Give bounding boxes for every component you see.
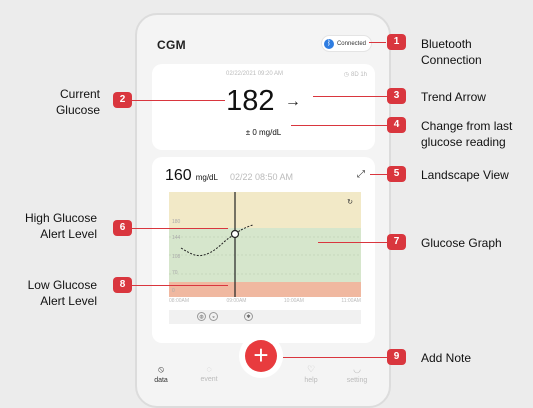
callout-label: Trend Arrow — [421, 90, 486, 104]
callout-badge: 6 — [113, 220, 132, 236]
glucose-value: 182 — [226, 85, 275, 117]
x-axis: 08:00AM 09:00AM 10:00AM 11:00AM — [169, 298, 361, 304]
bluetooth-icon: ᛒ — [323, 38, 334, 49]
callout-line — [132, 228, 228, 229]
callout-label: Landscape View — [421, 168, 509, 182]
x-tick: 10:00AM — [283, 298, 304, 304]
callout-line — [283, 357, 387, 358]
pill-icon[interactable]: ◍ — [197, 312, 206, 321]
exercise-icon[interactable]: ✱ — [244, 312, 253, 321]
nav-data[interactable]: ⦸ data — [141, 364, 181, 384]
event-marker-row: ◍ ◒ ✱ — [169, 310, 361, 324]
callout-badge: 7 — [387, 234, 406, 250]
glucose-trace — [169, 192, 361, 297]
app-title: CGM — [157, 38, 186, 52]
current-glucose: 182 → — [152, 85, 375, 118]
bluetooth-status: Connected — [336, 40, 366, 47]
refresh-icon[interactable]: ↻ — [347, 198, 353, 206]
add-note-button[interactable]: + — [245, 340, 277, 372]
callout-label: Current Glucose — [55, 87, 100, 117]
callout-badge: 9 — [387, 349, 406, 365]
callout-line — [369, 42, 386, 43]
nav-event[interactable]: ◌ event — [189, 364, 229, 383]
callout-line — [132, 100, 225, 101]
callout-badge: 1 — [387, 34, 406, 50]
callout-line — [132, 285, 228, 286]
callout-line — [370, 174, 387, 175]
callout-label: Bluetooth Connection — [421, 37, 482, 67]
callout-line — [313, 96, 387, 97]
callout-badge: 3 — [387, 88, 406, 104]
landscape-view-icon[interactable]: ⤢ — [357, 169, 365, 180]
callout-badge: 8 — [113, 277, 132, 293]
heart-icon: ♡ — [306, 364, 316, 374]
callout-label: High Glucose Alert Level — [24, 211, 97, 241]
callout-label: Glucose Graph — [421, 236, 502, 250]
x-tick: 09:00AM — [226, 298, 247, 304]
callout-label: Add Note — [421, 351, 472, 365]
callout-badge: 5 — [387, 166, 406, 182]
setting-icon: ◡ — [353, 364, 361, 374]
nav-setting[interactable]: ◡ setting — [337, 364, 377, 384]
callout-badge: 2 — [113, 92, 132, 108]
graph-time: 02/22 08:50 AM — [229, 172, 293, 182]
reading-timestamp: 02/22/2021 09:20 AM — [226, 71, 284, 77]
glucose-graph-card: 160 mg/dL 02/22 08:50 AM ⤢ 180 144 108 7… — [152, 157, 375, 343]
glucose-change: ± 0 mg/dL — [245, 128, 282, 137]
x-tick: 11:00AM — [341, 298, 361, 304]
x-tick: 08:00AM — [169, 298, 190, 304]
drop-icon: ⦸ — [158, 364, 164, 374]
current-glucose-card: 02/22/2021 09:20 AM ◷ 8D 1h 182 → ± 0 mg… — [152, 64, 375, 150]
meal-icon[interactable]: ◒ — [209, 312, 218, 321]
callout-line — [318, 242, 387, 243]
clock-icon: ◷ — [343, 72, 349, 78]
sensor-days: ◷ 8D 1h — [343, 71, 367, 79]
callout-label: Change from last glucose reading — [421, 119, 513, 149]
nav-help[interactable]: ♡ help — [291, 364, 331, 384]
callout-label: Low Glucose Alert Level — [27, 278, 97, 308]
graph-unit: mg/dL — [195, 173, 218, 182]
trend-arrow-icon: → — [284, 92, 301, 110]
glucose-graph[interactable]: 180 144 108 70 0 ↻ — [169, 192, 361, 297]
event-icon: ◌ — [206, 364, 212, 374]
graph-value: 160 — [165, 167, 192, 184]
graph-header: 160 mg/dL 02/22 08:50 AM — [165, 167, 293, 185]
callout-line — [291, 125, 387, 126]
bluetooth-badge[interactable]: ᛒ Connected — [321, 36, 371, 51]
callout-badge: 4 — [387, 117, 406, 133]
